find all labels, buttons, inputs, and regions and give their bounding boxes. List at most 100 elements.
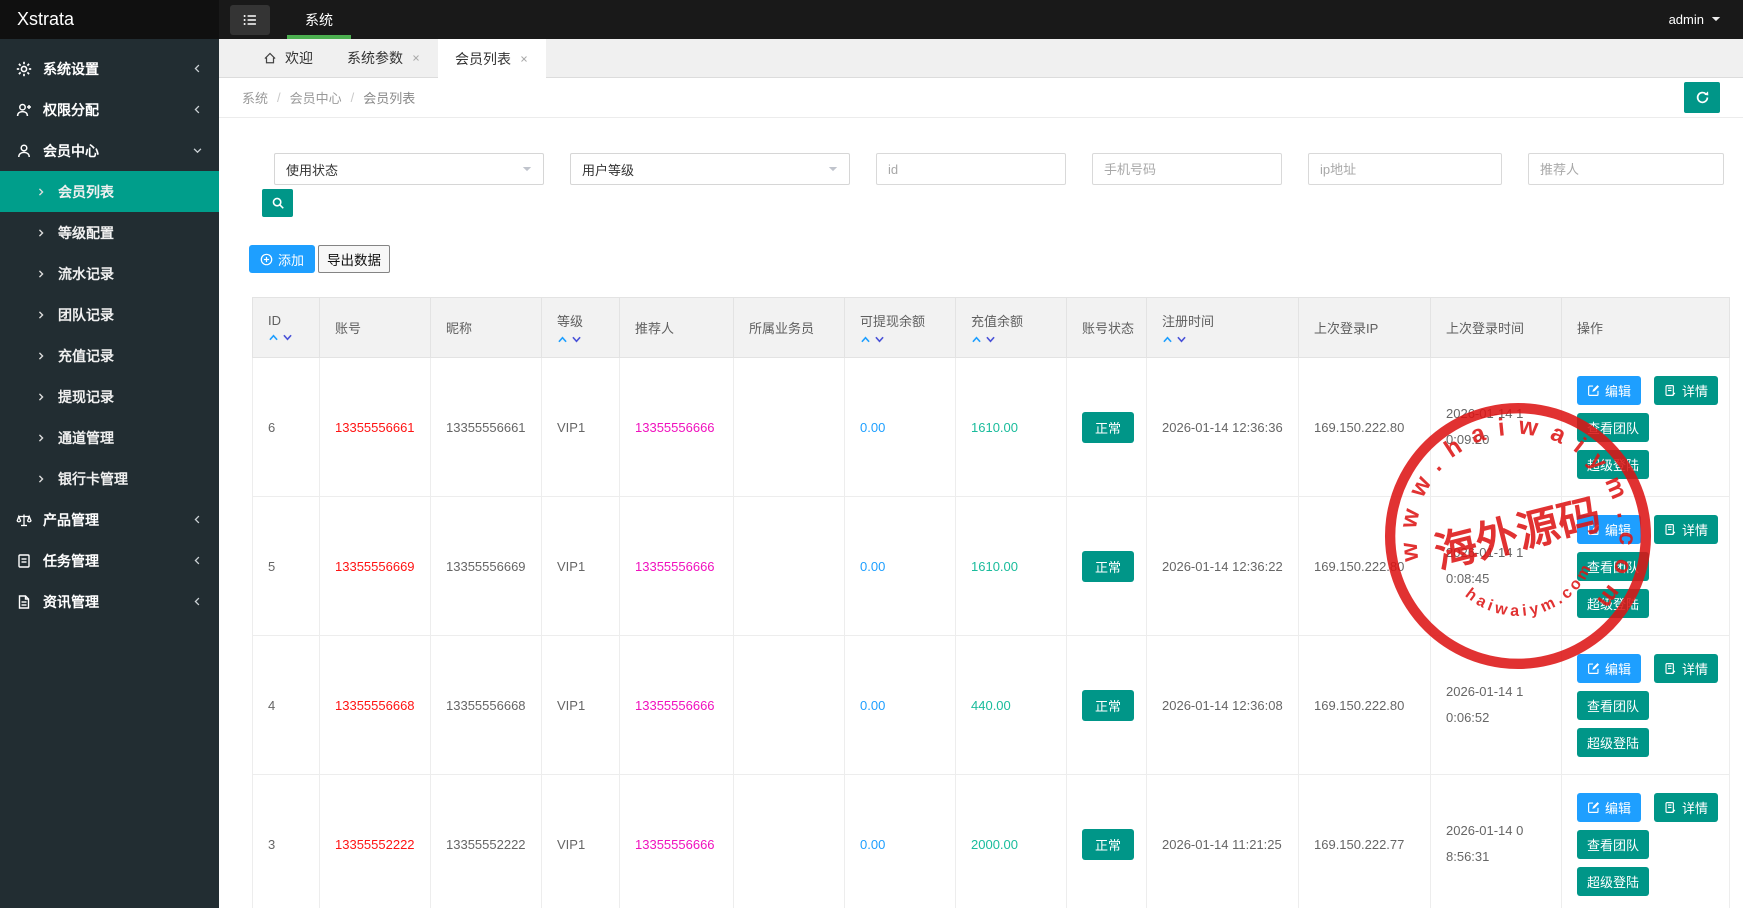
edit-button[interactable]: 编辑	[1577, 515, 1641, 544]
column-header-actions: 操作	[1562, 298, 1730, 358]
edit-icon	[1587, 384, 1600, 397]
topbar: 系统 admin	[219, 0, 1743, 39]
super-login-button[interactable]: 超级登陆	[1577, 589, 1649, 618]
column-header-withdrawable: 可提现余额	[845, 298, 956, 358]
super-login-button[interactable]: 超级登陆	[1577, 867, 1649, 896]
close-icon[interactable]	[411, 53, 421, 63]
user-menu[interactable]: admin	[1669, 12, 1721, 27]
sort-down-icon[interactable]	[1176, 335, 1187, 344]
app-window: Xstrata 系统设置权限分配会员中心会员列表等级配置流水记录团队记录充值记录…	[0, 0, 1743, 908]
sort-arrows[interactable]	[557, 335, 619, 344]
sidebar-subitem-member-list[interactable]: 会员列表	[0, 171, 219, 212]
chevron-right-icon	[36, 433, 46, 443]
sort-up-icon[interactable]	[971, 335, 982, 344]
edit-button[interactable]: 编辑	[1577, 793, 1641, 822]
chevron-right-icon	[36, 269, 46, 279]
sidebar-subitem-recharge-records[interactable]: 充值记录	[0, 335, 219, 376]
export-button[interactable]: 导出数据	[318, 245, 390, 273]
gear-icon	[16, 61, 32, 77]
filter-input-id[interactable]	[876, 153, 1066, 185]
cell-actions: 编辑详情查看团队超级登陆	[1562, 636, 1730, 775]
sort-up-icon[interactable]	[1162, 335, 1173, 344]
add-button[interactable]: 添加	[249, 245, 315, 273]
sort-up-icon[interactable]	[860, 335, 871, 344]
chevron-right-icon	[36, 392, 46, 402]
table-row: 41335555666813355556668VIP1133555566660.…	[253, 636, 1730, 775]
view-team-button[interactable]: 查看团队	[1577, 691, 1649, 720]
edit-icon	[1587, 662, 1600, 675]
column-header-status: 账号状态	[1067, 298, 1147, 358]
topnav-item-system[interactable]: 系统	[287, 0, 351, 39]
super-login-button[interactable]: 超级登陆	[1577, 728, 1649, 757]
refresh-button[interactable]	[1684, 82, 1720, 113]
sidebar-subitem-bankcard-mgmt[interactable]: 银行卡管理	[0, 458, 219, 499]
sort-arrows[interactable]	[268, 333, 319, 342]
edit-button[interactable]: 编辑	[1577, 654, 1641, 683]
cell-last-ip: 169.150.222.80	[1299, 636, 1431, 775]
sort-down-icon[interactable]	[874, 335, 885, 344]
sidebar-subitem-level-config[interactable]: 等级配置	[0, 212, 219, 253]
detail-button[interactable]: 详情	[1654, 376, 1718, 405]
view-team-button[interactable]: 查看团队	[1577, 552, 1649, 581]
sort-arrows[interactable]	[1162, 335, 1298, 344]
view-team-button[interactable]: 查看团队	[1577, 830, 1649, 859]
sort-arrows[interactable]	[971, 335, 1066, 344]
sidebar-item-permission-assign[interactable]: 权限分配	[0, 89, 219, 130]
column-label: 等级	[557, 311, 619, 330]
breadcrumb-separator: /	[351, 90, 355, 105]
sidebar-item-news-mgmt[interactable]: 资讯管理	[0, 581, 219, 622]
cell-status: 正常	[1067, 358, 1147, 497]
tab-system-params[interactable]: 系统参数	[330, 39, 438, 77]
tab-member-list[interactable]: 会员列表	[438, 39, 546, 78]
sidebar-toggle-button[interactable]	[230, 5, 270, 35]
sort-down-icon[interactable]	[571, 335, 582, 344]
cell-agent	[734, 497, 845, 636]
cell-last-login: 2026-01-14 10:09:20	[1431, 358, 1562, 497]
sidebar-item-task-mgmt[interactable]: 任务管理	[0, 540, 219, 581]
sort-up-icon[interactable]	[268, 333, 279, 342]
detail-button[interactable]: 详情	[1654, 793, 1718, 822]
sidebar-subitem-withdraw-records[interactable]: 提现记录	[0, 376, 219, 417]
filter-input-referrer[interactable]	[1528, 153, 1724, 185]
edit-button[interactable]: 编辑	[1577, 376, 1641, 405]
super-login-button[interactable]: 超级登陆	[1577, 450, 1649, 479]
column-label: 上次登录时间	[1446, 318, 1561, 337]
cell-last-ip: 169.150.222.80	[1299, 358, 1431, 497]
sidebar-item-label: 系统设置	[43, 59, 192, 79]
sort-down-icon[interactable]	[282, 333, 293, 342]
sort-up-icon[interactable]	[557, 335, 568, 344]
sidebar-subitem-flow-records[interactable]: 流水记录	[0, 253, 219, 294]
sidebar-item-member-center[interactable]: 会员中心	[0, 130, 219, 171]
button-label: 超级登陆	[1587, 733, 1639, 752]
sidebar-item-product-mgmt[interactable]: 产品管理	[0, 499, 219, 540]
sidebar-subitem-channel-mgmt[interactable]: 通道管理	[0, 417, 219, 458]
close-icon[interactable]	[519, 54, 529, 64]
sidebar-item-label: 会员中心	[43, 141, 192, 161]
filter-select-use-status[interactable]: 使用状态	[274, 153, 544, 185]
button-label: 详情	[1682, 381, 1708, 400]
search-button[interactable]	[262, 189, 293, 217]
filter-input-ip[interactable]	[1308, 153, 1502, 185]
sort-down-icon[interactable]	[985, 335, 996, 344]
column-label: 推荐人	[635, 318, 733, 337]
sidebar-subitem-team-records[interactable]: 团队记录	[0, 294, 219, 335]
filter-input-phone[interactable]	[1092, 153, 1282, 185]
detail-button[interactable]: 详情	[1654, 654, 1718, 683]
cell-register-time: 2026-01-14 12:36:22	[1147, 497, 1299, 636]
cell-level: VIP1	[542, 775, 620, 908]
cell-last-ip: 169.150.222.77	[1299, 775, 1431, 908]
tab-welcome[interactable]: 欢迎	[246, 39, 330, 77]
sidebar-item-system-settings[interactable]: 系统设置	[0, 48, 219, 89]
column-label: ID	[268, 313, 319, 328]
chevron-left-icon	[192, 596, 203, 607]
chevron-left-icon	[192, 514, 203, 525]
search-icon	[271, 196, 285, 210]
detail-button[interactable]: 详情	[1654, 515, 1718, 544]
filter-select-user-level[interactable]: 用户等级	[570, 153, 850, 185]
button-label: 编辑	[1605, 520, 1631, 539]
view-team-button[interactable]: 查看团队	[1577, 413, 1649, 442]
breadcrumb-item[interactable]: 会员中心	[290, 88, 342, 107]
sort-arrows[interactable]	[860, 335, 955, 344]
breadcrumb-item[interactable]: 系统	[242, 88, 268, 107]
cell-referrer: 13355556666	[620, 497, 734, 636]
